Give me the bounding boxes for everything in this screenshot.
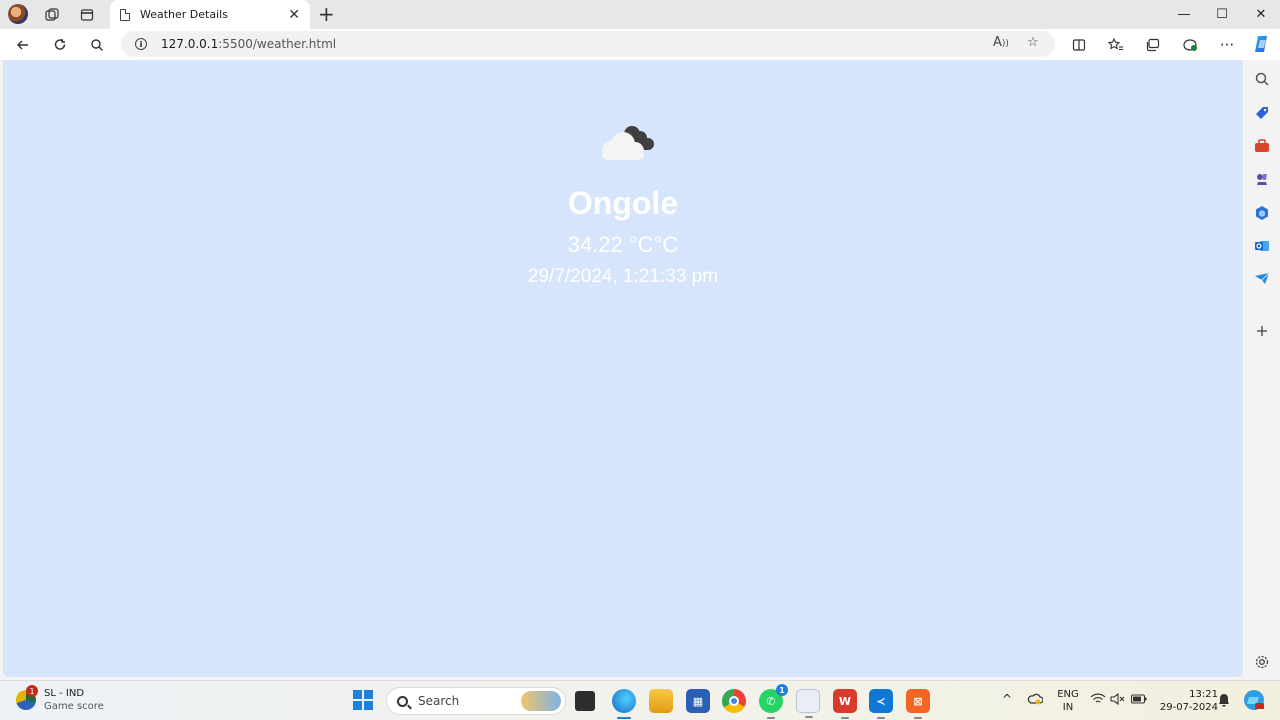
widget-subtitle: Game score xyxy=(44,701,104,712)
notifications-icon[interactable] xyxy=(1218,693,1230,710)
search-highlight-icon xyxy=(521,691,561,711)
chrome-icon[interactable] xyxy=(722,689,746,713)
cricket-icon: 1 xyxy=(16,685,38,710)
language-line2: IN xyxy=(1062,702,1074,713)
close-window-button[interactable]: ✕ xyxy=(1242,0,1280,29)
xampp-icon[interactable]: ⊠ xyxy=(906,689,930,719)
browser-essentials-icon[interactable] xyxy=(1179,34,1201,56)
score-widget[interactable]: 1 SL - IND Game score xyxy=(16,685,104,713)
copilot-icon[interactable] xyxy=(1250,32,1274,56)
split-screen-icon[interactable] xyxy=(1068,34,1090,56)
favorites-icon[interactable] xyxy=(1105,34,1127,56)
taskbar-clock[interactable]: 13:21 29-07-2024 xyxy=(1152,688,1218,714)
add-sidebar-app-icon[interactable] xyxy=(1254,323,1270,339)
page-icon xyxy=(120,8,130,21)
volume-muted-icon[interactable] xyxy=(1110,692,1126,708)
edge-icon[interactable] xyxy=(612,689,636,719)
workspaces-icon[interactable] xyxy=(41,4,63,26)
back-icon[interactable] xyxy=(12,34,34,56)
file-explorer-icon[interactable] xyxy=(649,689,673,713)
windows-taskbar: 1 SL - IND Game score Search ▦ ✆ 1 W ≺ ⊠ … xyxy=(0,680,1280,720)
site-info-icon[interactable]: i xyxy=(135,38,147,50)
minimize-button[interactable]: — xyxy=(1165,0,1203,29)
shopping-icon[interactable] xyxy=(1254,105,1270,121)
tools-icon[interactable] xyxy=(1254,138,1270,154)
weather-page: Ongole 34.22 °C°C 29/7/2024, 1:21:33 pm xyxy=(3,60,1243,677)
vscode-icon[interactable]: ≺ xyxy=(869,689,893,719)
date-time: 29/7/2024, 1:21:33 pm xyxy=(527,266,719,287)
widget-title: SL - IND xyxy=(44,688,85,699)
battery-icon[interactable] xyxy=(1130,694,1147,707)
url-host: 127.0.0.1 xyxy=(161,37,219,51)
more-options-icon[interactable]: ··· xyxy=(1216,34,1238,56)
taskbar-search[interactable]: Search xyxy=(386,687,566,715)
temperature-value: 34.22 °C°C xyxy=(567,232,679,257)
edge-sidebar xyxy=(1244,60,1280,680)
profile-avatar[interactable] xyxy=(8,4,28,24)
read-aloud-icon[interactable]: A)) xyxy=(993,35,1009,50)
language-line1: ENG xyxy=(1057,689,1079,700)
wifi-icon[interactable] xyxy=(1090,693,1106,708)
city-name: Ongole xyxy=(567,185,679,221)
whatsapp-badge: 1 xyxy=(776,684,788,696)
close-tab-icon[interactable]: ✕ xyxy=(288,7,300,23)
widget-badge: 1 xyxy=(26,685,38,697)
microsoft-365-icon[interactable] xyxy=(1254,205,1270,221)
notepad-icon[interactable] xyxy=(796,689,820,718)
tab-title: Weather Details xyxy=(140,8,228,21)
browser-toolbar: i 127.0.0.1:5500/weather.html A)) ☆ ··· xyxy=(0,29,1280,60)
clock-time: 13:21 xyxy=(1189,689,1218,700)
collections-icon[interactable] xyxy=(1142,34,1164,56)
url-path: :5500/weather.html xyxy=(218,37,337,51)
favorite-star-icon[interactable]: ☆ xyxy=(1027,35,1039,50)
tab-actions-icon[interactable] xyxy=(76,4,98,26)
outlook-icon[interactable] xyxy=(1254,238,1270,254)
refresh-icon[interactable] xyxy=(49,34,71,56)
browser-title-bar: Weather Details ✕ + — ☐ ✕ xyxy=(0,0,1280,29)
drop-icon[interactable] xyxy=(1254,271,1270,287)
whatsapp-icon[interactable]: ✆ 1 xyxy=(759,684,788,719)
language-indicator[interactable]: ENG IN xyxy=(1054,688,1082,714)
tab-weather-details[interactable]: Weather Details ✕ xyxy=(110,0,310,29)
show-hidden-icons-icon[interactable]: ^ xyxy=(1002,692,1012,706)
microsoft-store-icon[interactable]: ▦ xyxy=(686,689,710,713)
cloud-icon xyxy=(593,120,657,162)
games-icon[interactable] xyxy=(1254,171,1270,187)
onedrive-icon[interactable] xyxy=(1027,693,1044,708)
sidebar-search-icon[interactable] xyxy=(1254,71,1270,87)
search-icon[interactable] xyxy=(86,34,108,56)
new-tab-button[interactable]: + xyxy=(318,3,335,25)
address-bar[interactable]: i 127.0.0.1:5500/weather.html A)) ☆ xyxy=(121,31,1055,57)
wps-office-icon[interactable]: W xyxy=(833,689,857,719)
task-view-icon[interactable] xyxy=(575,691,595,711)
search-label: Search xyxy=(418,694,460,708)
start-button[interactable] xyxy=(353,690,373,710)
copilot-preview-icon[interactable] xyxy=(1243,689,1265,714)
clock-date: 29-07-2024 xyxy=(1159,702,1218,713)
sidebar-settings-icon[interactable] xyxy=(1254,654,1270,670)
maximize-button[interactable]: ☐ xyxy=(1203,0,1241,29)
search-icon xyxy=(397,695,408,707)
